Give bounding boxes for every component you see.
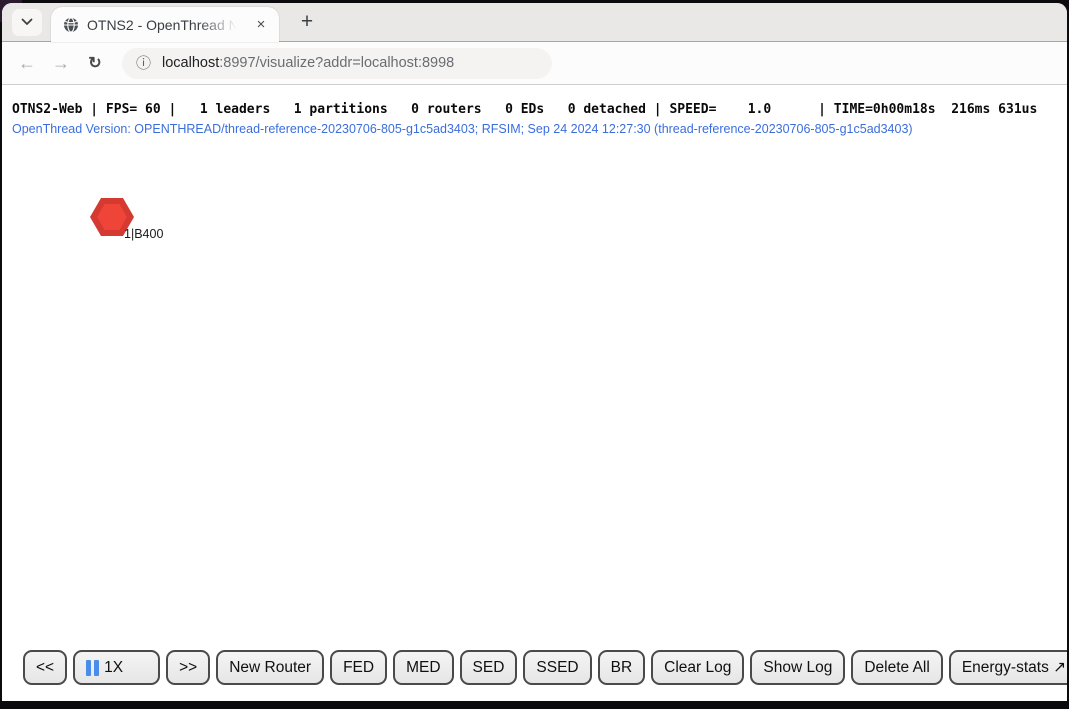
browser-tab-active[interactable]: OTNS2 - OpenThread Ne × xyxy=(51,7,279,42)
globe-favicon-icon xyxy=(63,17,79,33)
toolbar-button-energy-stats[interactable]: Energy-stats ↗ xyxy=(949,650,1067,685)
toolbar-button-new-router[interactable]: New Router xyxy=(216,650,324,685)
toolbar-button-label: >> xyxy=(179,659,197,677)
new-tab-button[interactable]: + xyxy=(293,8,321,36)
simulation-canvas: OTNS2-Web | FPS= 60 | 1 leaders 1 partit… xyxy=(2,85,1067,701)
url-path: :8997/visualize?addr=localhost:8998 xyxy=(219,55,454,71)
browser-tab-bar: OTNS2 - OpenThread Ne × + xyxy=(2,3,1067,42)
toolbar-button-label: Delete All xyxy=(864,659,929,677)
toolbar-button-label: MED xyxy=(406,659,440,677)
pause-icon xyxy=(86,660,99,676)
openthread-version-line: OpenThread Version: OPENTHREAD/thread-re… xyxy=(12,122,913,136)
browser-nav-bar: ← → ↻ ⓘ localhost:8997/visualize?addr=lo… xyxy=(2,42,1067,85)
tab-list-chevron-button[interactable] xyxy=(12,9,42,36)
url-host: localhost xyxy=(162,55,219,71)
toolbar-button-1x[interactable]: 1X xyxy=(73,650,160,685)
address-bar[interactable]: ⓘ localhost:8997/visualize?addr=localhos… xyxy=(122,48,552,79)
toolbar-button-label: SED xyxy=(473,659,505,677)
toolbar-button-clear-log[interactable]: Clear Log xyxy=(651,650,744,685)
url-text: localhost:8997/visualize?addr=localhost:… xyxy=(162,55,454,71)
reload-icon[interactable]: ↻ xyxy=(80,48,110,78)
toolbar-button-[interactable]: >> xyxy=(166,650,210,685)
toolbar-button-label: Energy-stats ↗ xyxy=(962,658,1066,677)
back-icon[interactable]: ← xyxy=(12,48,42,78)
toolbar-button-label: FED xyxy=(343,659,374,677)
toolbar-button-label: New Router xyxy=(229,659,311,677)
chevron-down-icon xyxy=(21,18,33,26)
toolbar-button-fed[interactable]: FED xyxy=(330,650,387,685)
node-label: 1|B400 xyxy=(124,227,163,241)
tab-close-icon[interactable]: × xyxy=(251,15,271,35)
toolbar-button-delete-all[interactable]: Delete All xyxy=(851,650,942,685)
forward-icon[interactable]: → xyxy=(46,48,76,78)
toolbar-button-label: << xyxy=(36,659,54,677)
toolbar-button-show-log[interactable]: Show Log xyxy=(750,650,845,685)
toolbar-button-br[interactable]: BR xyxy=(598,650,646,685)
toolbar-button-label: 1X xyxy=(104,659,123,677)
simulator-status-line: OTNS2-Web | FPS= 60 | 1 leaders 1 partit… xyxy=(12,102,1037,117)
toolbar-button-[interactable]: << xyxy=(23,650,67,685)
toolbar-button-sed[interactable]: SED xyxy=(460,650,518,685)
browser-window: OTNS2 - OpenThread Ne × + ← → ↻ ⓘ localh… xyxy=(2,3,1067,701)
tab-title: OTNS2 - OpenThread Ne xyxy=(87,17,243,33)
toolbar-button-label: Clear Log xyxy=(664,659,731,677)
toolbar-button-label: SSED xyxy=(536,659,578,677)
page-info-icon[interactable]: ⓘ xyxy=(136,56,151,71)
bottom-toolbar: << 1X >> New Router FED MED SED SSED BR Clear Log… xyxy=(23,650,1067,685)
toolbar-button-label: Show Log xyxy=(763,659,832,677)
toolbar-button-med[interactable]: MED xyxy=(393,650,453,685)
toolbar-button-ssed[interactable]: SSED xyxy=(523,650,591,685)
toolbar-button-label: BR xyxy=(611,659,633,677)
